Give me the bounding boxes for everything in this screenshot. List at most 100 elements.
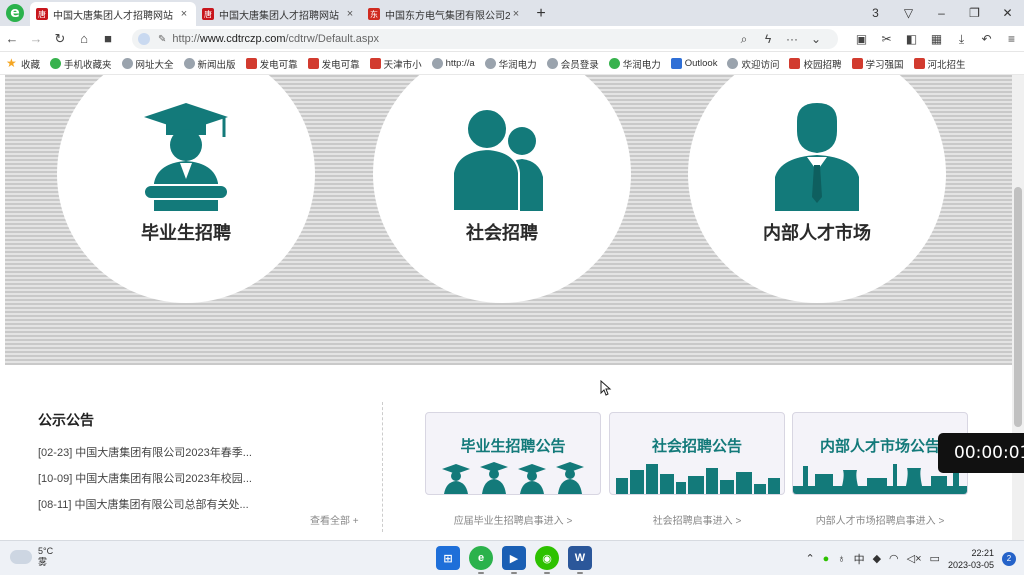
notification-badge[interactable]: 2: [1002, 551, 1016, 566]
close-tab-icon[interactable]: ×: [510, 8, 522, 20]
site-info-icon[interactable]: ✎: [158, 34, 166, 45]
notice-item[interactable]: [10-09] 中国大唐集团有限公司2023年校园...: [38, 470, 368, 486]
bookmark-item[interactable]: 发电可靠: [245, 57, 298, 71]
bookmark-item[interactable]: 手机收藏夹: [50, 57, 112, 71]
page-content: 毕业生招聘 社会招聘 内部人才市场 公示公告 [02-23] 中国大唐集团有限公…: [0, 75, 1012, 540]
app-tray-icon[interactable]: ◆: [873, 552, 881, 565]
graduates-silhouette-icon: [442, 462, 584, 494]
briefcase-icon[interactable]: ■: [96, 31, 120, 46]
wifi-icon[interactable]: ◠: [889, 552, 899, 565]
notice-item[interactable]: [08-11] 中国大唐集团有限公司总部有关处...: [38, 496, 368, 512]
bookmark-item[interactable]: 会员登录: [546, 57, 599, 71]
security-shield-icon[interactable]: [138, 33, 150, 45]
close-tab-icon[interactable]: ×: [178, 8, 190, 20]
tab-count-badge[interactable]: 3: [859, 6, 892, 20]
bookmark-item[interactable]: 发电可靠: [307, 57, 360, 71]
scissors-icon[interactable]: ✂: [874, 32, 899, 46]
chevron-down-icon[interactable]: ⌄: [804, 32, 828, 46]
bookmark-item[interactable]: Outlook: [670, 58, 717, 69]
bookmark-label: 校园招聘: [803, 59, 842, 71]
bookmark-item[interactable]: 网址大全: [121, 57, 174, 71]
social-recruitment-circle[interactable]: 社会招聘: [373, 75, 631, 303]
wechat-tray-icon[interactable]: ●: [823, 553, 830, 565]
graduate-recruitment-circle[interactable]: 毕业生招聘: [57, 75, 315, 303]
internal-talent-circle[interactable]: 内部人才市场: [688, 75, 946, 303]
globe-icon: [727, 58, 739, 69]
circle-title: 毕业生招聘: [141, 223, 231, 244]
speaker-muted-icon[interactable]: ◁×: [907, 552, 922, 565]
notice-item[interactable]: [02-23] 中国大唐集团有限公司2023年春季...: [38, 444, 368, 460]
graduate-notice-link[interactable]: 应届毕业生招聘启事进入 >: [425, 512, 601, 527]
restore-icon[interactable]: ❐: [958, 6, 991, 20]
tab-label: 中国东方电气集团有限公司20: [385, 10, 510, 22]
bookmark-item[interactable]: 华润电力: [484, 57, 537, 71]
bookmark-item[interactable]: 欢迎访问: [727, 57, 779, 71]
tab-1[interactable]: 唐 中国大唐集团人才招聘网站 ×: [30, 2, 196, 26]
microphone-icon[interactable]: ♁: [837, 553, 845, 565]
globe-icon: [431, 58, 443, 69]
tab-label: 中国大唐集团人才招聘网站: [219, 10, 339, 22]
ime-indicator[interactable]: 中: [854, 551, 865, 567]
new-tab-button[interactable]: +: [528, 2, 554, 26]
scrollbar-thumb[interactable]: [1014, 187, 1022, 427]
weather-widget[interactable]: 5°C 雾: [10, 546, 53, 568]
internal-notice-link[interactable]: 内部人才市场招聘启事进入 >: [792, 512, 968, 527]
graduate-notice-card[interactable]: 毕业生招聘公告: [425, 412, 601, 495]
bookmark-item[interactable]: 华润电力: [608, 57, 661, 71]
bookmark-label: 新闻出版: [197, 59, 236, 71]
social-notice-card[interactable]: 社会招聘公告: [609, 412, 785, 495]
bookmark-item[interactable]: ★ 收藏: [6, 57, 40, 71]
home-icon[interactable]: ⌂: [72, 31, 96, 46]
reader-icon[interactable]: ▣: [849, 32, 874, 46]
undo-icon[interactable]: ↶: [974, 32, 999, 46]
globe-icon: [121, 58, 133, 69]
menu-icon[interactable]: ≡: [999, 32, 1024, 46]
hero-banner: 毕业生招聘 社会招聘 内部人才市场: [5, 75, 1012, 365]
section-divider: [382, 402, 383, 532]
download-icon[interactable]: ⤓: [949, 32, 974, 47]
close-window-icon[interactable]: ✕: [991, 6, 1024, 20]
wechat-icon[interactable]: ◉: [535, 546, 559, 574]
back-icon[interactable]: ←: [0, 31, 24, 46]
bookmark-item[interactable]: 天津市小: [369, 57, 422, 71]
zoom-icon[interactable]: ⌕: [732, 32, 756, 47]
bookmark-label: 华润电力: [498, 59, 537, 71]
word-icon[interactable]: W: [568, 546, 592, 574]
browser-app-icon[interactable]: e: [469, 546, 493, 574]
bookmark-item[interactable]: 河北招生: [913, 57, 966, 71]
forward-icon[interactable]: →: [24, 31, 48, 46]
page-icon: [789, 58, 801, 69]
start-icon[interactable]: ⊞: [436, 546, 460, 570]
edge-logo-icon: e: [6, 4, 24, 22]
reload-icon[interactable]: ↻: [48, 31, 72, 47]
tab-label: 中国大唐集团人才招聘网站: [53, 10, 173, 22]
tab-3[interactable]: 东 中国东方电气集团有限公司20 ×: [362, 2, 528, 26]
bookmark-label: http://a: [445, 58, 475, 69]
url-tools: ⌕ ϟ ··· ⌄: [732, 26, 828, 52]
tab-2[interactable]: 唐 中国大唐集团人才招聘网站 ×: [196, 2, 362, 26]
page-icon: [307, 58, 319, 69]
bookmark-item[interactable]: 新闻出版: [183, 57, 236, 71]
close-tab-icon[interactable]: ×: [344, 8, 356, 20]
social-notice-link[interactable]: 社会招聘启事进入 >: [609, 512, 785, 527]
extension-icon[interactable]: ◧: [899, 32, 924, 46]
clock[interactable]: 22:21 2023-03-05: [948, 547, 994, 571]
clock-date: 2023-03-05: [947, 559, 994, 570]
minimize-icon[interactable]: –: [925, 6, 958, 20]
chevron-up-icon[interactable]: ⌃: [805, 552, 814, 565]
bookmark-item[interactable]: 学习强国: [851, 57, 904, 71]
more-icon[interactable]: ···: [780, 32, 804, 46]
lightning-icon[interactable]: ϟ: [756, 32, 780, 46]
apps-grid-icon[interactable]: ▦: [924, 32, 949, 46]
view-all-link[interactable]: 查看全部 +: [310, 512, 359, 527]
meeting-app-icon[interactable]: ▶: [502, 546, 526, 574]
bookmark-item[interactable]: 校园招聘: [789, 57, 842, 71]
businessman-icon: [775, 103, 859, 211]
bookmark-label: 天津市小: [383, 59, 422, 71]
flag-icon: [851, 58, 863, 69]
battery-icon[interactable]: ▭: [930, 552, 940, 565]
city-skyline-icon: [616, 464, 780, 494]
browser-logo[interactable]: e: [0, 0, 30, 26]
shirt-icon[interactable]: ▽: [892, 6, 925, 20]
bookmark-item[interactable]: http://a: [431, 58, 475, 69]
